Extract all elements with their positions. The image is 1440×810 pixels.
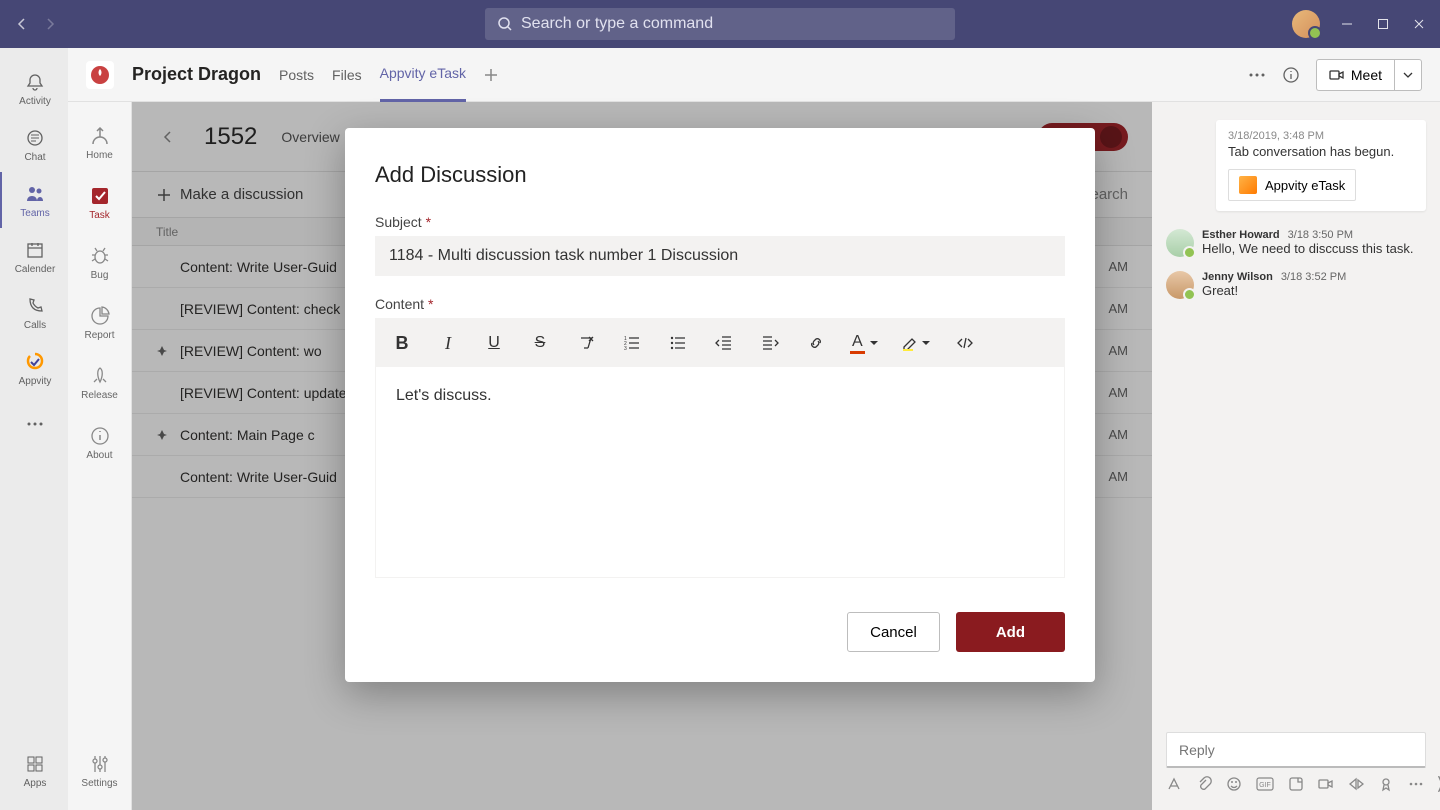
content-label: Content * <box>375 296 1065 312</box>
rail-activity[interactable]: Activity <box>0 60 68 116</box>
rail-chat[interactable]: Chat <box>0 116 68 172</box>
teams-icon <box>23 182 47 206</box>
global-search[interactable]: Search or type a command <box>485 8 955 40</box>
add-button[interactable]: Add <box>956 612 1065 652</box>
reply-input[interactable] <box>1166 732 1426 768</box>
link-button[interactable] <box>804 331 828 355</box>
tab-appvity-etask[interactable]: Appvity eTask <box>380 48 466 102</box>
sr-report[interactable]: Report <box>68 292 132 352</box>
cancel-button[interactable]: Cancel <box>847 612 940 652</box>
conversation-pane: 3/18/2019, 3:48 PM Tab conversation has … <box>1152 102 1440 810</box>
settings-icon <box>88 752 112 776</box>
outdent-button[interactable] <box>712 331 736 355</box>
app-rail: Activity Chat Teams Calender Calls Appvi… <box>0 48 68 810</box>
more-icon <box>23 412 47 436</box>
avatar[interactable] <box>1166 271 1194 299</box>
subject-label: Subject * <box>375 214 1065 230</box>
calendar-icon <box>23 238 47 262</box>
chat-icon <box>23 126 47 150</box>
sr-bug[interactable]: Bug <box>68 232 132 292</box>
team-name: Project Dragon <box>132 64 261 85</box>
window-close[interactable] <box>1410 15 1428 33</box>
apps-icon <box>23 752 47 776</box>
svg-text:3: 3 <box>624 346 627 352</box>
tab-posts[interactable]: Posts <box>279 48 314 102</box>
search-placeholder: Search or type a command <box>521 15 713 33</box>
nav-back[interactable] <box>12 14 32 34</box>
avatar[interactable] <box>1166 229 1194 257</box>
modal-title: Add Discussion <box>375 162 1065 188</box>
channel-tabbar: Project Dragon Posts Files Appvity eTask… <box>68 48 1440 102</box>
svg-text:GIF: GIF <box>1259 782 1271 789</box>
appvity-icon <box>23 350 47 374</box>
praise-icon[interactable] <box>1378 776 1394 792</box>
indent-button[interactable] <box>758 331 782 355</box>
info-icon[interactable] <box>1282 66 1300 84</box>
sr-task[interactable]: Task <box>68 172 132 232</box>
appvity-icon <box>1239 176 1257 194</box>
code-button[interactable] <box>953 331 977 355</box>
rail-calls[interactable]: Calls <box>0 284 68 340</box>
search-icon <box>497 16 513 32</box>
app-chip[interactable]: Appvity eTask <box>1228 169 1356 201</box>
meet-dropdown[interactable] <box>1394 59 1422 91</box>
format-icon[interactable] <box>1166 776 1182 792</box>
sr-settings[interactable]: Settings <box>68 740 132 800</box>
ordered-list-button[interactable]: 123 <box>620 331 644 355</box>
font-color-button[interactable]: A <box>850 331 879 355</box>
system-message: 3/18/2019, 3:48 PM Tab conversation has … <box>1216 120 1426 211</box>
nav-forward[interactable] <box>40 14 60 34</box>
editor-toolbar: B I U S 123 A <box>376 319 1064 367</box>
emoji-icon[interactable] <box>1226 776 1242 792</box>
underline-button[interactable]: U <box>482 331 506 355</box>
stream-icon[interactable] <box>1348 776 1364 792</box>
chat-message: Esther Howard3/18 3:50 PMHello, We need … <box>1166 229 1426 257</box>
bold-button[interactable]: B <box>390 331 414 355</box>
bullet-list-button[interactable] <box>666 331 690 355</box>
bell-icon <box>23 70 47 94</box>
attach-icon[interactable] <box>1196 776 1212 792</box>
titlebar: Search or type a command <box>0 0 1440 48</box>
rail-teams[interactable]: Teams <box>0 172 68 228</box>
subject-input[interactable] <box>375 236 1065 276</box>
sr-release[interactable]: Release <box>68 352 132 412</box>
content-editor[interactable]: Let's discuss. <box>376 367 1064 577</box>
rail-appvity[interactable]: Appvity <box>0 340 68 396</box>
task-icon <box>88 184 112 208</box>
home-icon <box>88 124 112 148</box>
tab-files[interactable]: Files <box>332 48 362 102</box>
rocket-icon <box>88 364 112 388</box>
team-avatar[interactable] <box>86 61 114 89</box>
rail-more[interactable] <box>0 396 68 452</box>
add-discussion-modal: Add Discussion Subject * Content * B I U… <box>345 128 1095 682</box>
more-icon[interactable] <box>1248 73 1266 77</box>
clear-format-button[interactable] <box>574 331 598 355</box>
info-icon <box>88 424 112 448</box>
user-avatar[interactable] <box>1292 10 1320 38</box>
rail-calendar[interactable]: Calender <box>0 228 68 284</box>
italic-button[interactable]: I <box>436 331 460 355</box>
tab-add[interactable] <box>484 48 498 102</box>
bug-icon <box>88 244 112 268</box>
sticker-icon[interactable] <box>1288 776 1304 792</box>
rail-apps[interactable]: Apps <box>0 742 68 798</box>
app-subrail: Home Task Bug Report Release About Setti… <box>68 102 132 810</box>
window-maximize[interactable] <box>1374 15 1392 33</box>
meet-button[interactable]: Meet <box>1316 59 1394 91</box>
sr-home[interactable]: Home <box>68 112 132 172</box>
report-icon <box>88 304 112 328</box>
highlight-button[interactable] <box>901 331 931 355</box>
more-icon[interactable] <box>1408 782 1424 786</box>
gif-icon[interactable]: GIF <box>1256 777 1274 791</box>
phone-icon <box>23 294 47 318</box>
sr-about[interactable]: About <box>68 412 132 472</box>
meet-now-icon[interactable] <box>1318 776 1334 792</box>
chat-message: Jenny Wilson3/18 3:52 PMGreat! <box>1166 271 1426 299</box>
window-minimize[interactable] <box>1338 15 1356 33</box>
strike-button[interactable]: S <box>528 331 552 355</box>
